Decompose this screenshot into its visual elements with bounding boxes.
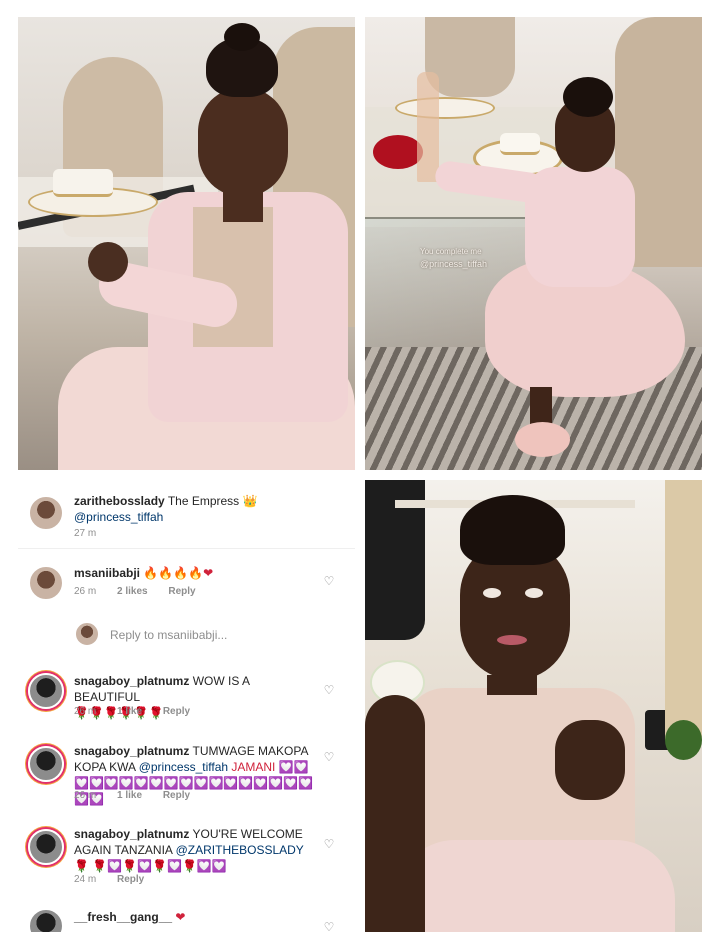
comment-emojis: 🌹💟🌹💟🌹💟🌹💟💟 [92, 859, 227, 873]
avatar[interactable] [28, 746, 64, 782]
comment-time: 26 m [74, 790, 97, 801]
comment-body: The Empress 👑 [167, 494, 258, 508]
reply-button[interactable]: Reply [168, 586, 195, 597]
comment-meta: 26 m 2 likes Reply [74, 586, 214, 597]
photo-girl-seated [365, 17, 702, 470]
comment-body: ❤ [175, 910, 186, 924]
avatar[interactable] [28, 565, 64, 601]
comment-body-after: JAMANI 💟💟 [231, 760, 309, 774]
comment-username[interactable]: snagaboy_platnumz [74, 674, 189, 688]
avatar[interactable] [28, 495, 64, 531]
comment-text: msaniibabji 🔥🔥🔥🔥❤ [74, 565, 315, 581]
reply-button[interactable]: Reply [163, 706, 190, 717]
avatar [74, 621, 100, 647]
comment-meta: 27 m [74, 528, 114, 539]
reply-button[interactable]: Reply [117, 874, 144, 885]
heart-outline-icon[interactable]: ♡ [323, 838, 335, 850]
comment-meta: 26 m 1 like Reply [74, 790, 208, 801]
comment-username[interactable]: snagaboy_platnumz [74, 744, 189, 758]
comment-time: 24 m [74, 874, 97, 885]
heart-outline-icon[interactable]: ♡ [323, 751, 335, 763]
comment-body-after: 🌹 [74, 859, 89, 873]
reply-input[interactable]: Reply to msaniibabji... [110, 628, 227, 642]
comment-mention[interactable]: @princess_tiffah [74, 510, 163, 524]
photo-girl-at-table [18, 17, 355, 470]
reply-input-row[interactable]: Reply to msaniibabji... [18, 620, 355, 650]
watermark-line1: You complete me [420, 247, 482, 256]
reply-button[interactable]: Reply [163, 790, 190, 801]
comment-likes[interactable]: 1 like [117, 790, 142, 801]
comment-text: snagaboy_platnumz YOU'RE WELCOME AGAIN T… [74, 826, 315, 874]
comment-username[interactable]: snagaboy_platnumz [74, 827, 189, 841]
comment-username[interactable]: zarithebosslady [74, 494, 165, 508]
heart-outline-icon[interactable]: ♡ [323, 684, 335, 696]
comment-likes[interactable]: 1 like [117, 706, 142, 717]
comment-time: 26 m [74, 706, 97, 717]
avatar[interactable] [28, 829, 64, 865]
avatar[interactable] [28, 908, 64, 932]
divider [18, 548, 355, 549]
comment-meta: 26 m 1 like Reply [74, 706, 208, 717]
comment-time: 27 m [74, 528, 97, 539]
comment-mention[interactable]: @princess_tiffah [139, 760, 228, 774]
comment-username[interactable]: __fresh__gang__ [74, 910, 172, 924]
comment-meta: 24 m Reply [74, 874, 162, 885]
comment-text: zarithebosslady The Empress 👑 @princess_… [74, 493, 315, 525]
watermark-line2: @princess_tiffah [420, 259, 488, 269]
photo-girl-portrait [365, 480, 702, 932]
comment-time: 26 m [74, 586, 97, 597]
heart-outline-icon[interactable]: ♡ [323, 575, 335, 587]
heart-outline-icon[interactable]: ♡ [323, 921, 335, 932]
avatar[interactable] [28, 673, 64, 709]
comment-text: __fresh__gang__ ❤ [74, 909, 315, 925]
comment-likes[interactable]: 2 likes [117, 586, 148, 597]
comments-panel: zarithebosslady The Empress 👑 @princess_… [18, 480, 355, 932]
comment-mention[interactable]: @ZARITHEBOSSLADY [176, 843, 304, 857]
comment-body: 🔥🔥🔥🔥❤ [143, 566, 214, 580]
comment-username[interactable]: msaniibabji [74, 566, 140, 580]
photo-watermark: You complete me @princess_tiffah [420, 246, 487, 270]
